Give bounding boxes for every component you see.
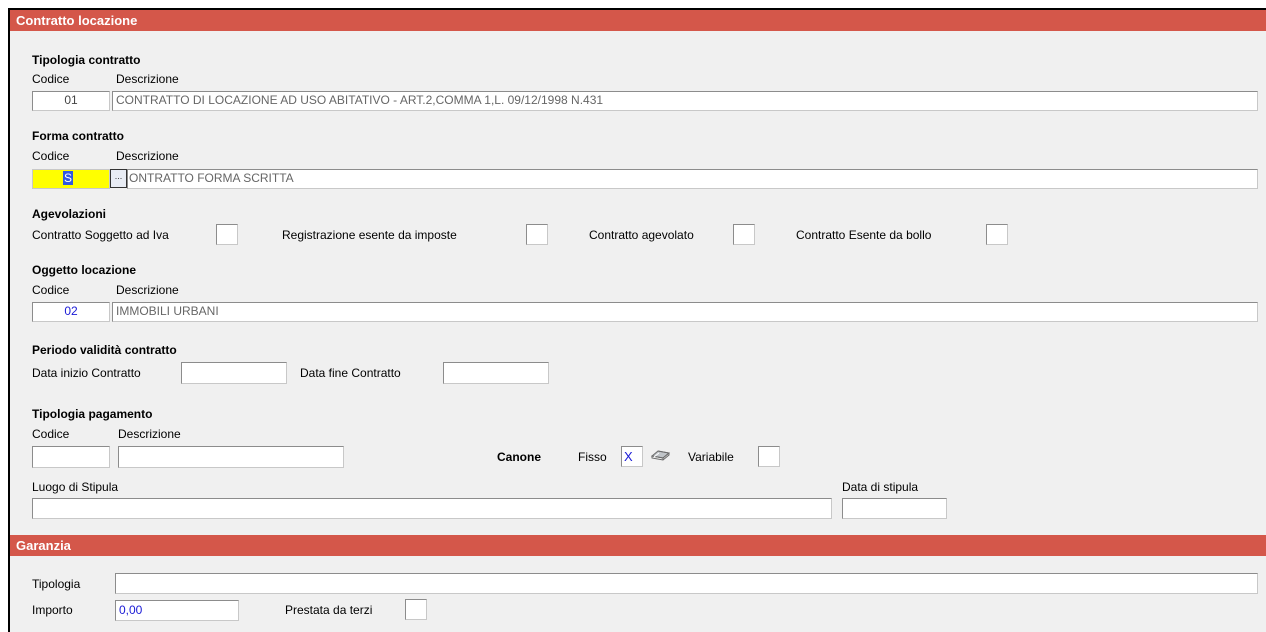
soggetto-iva-checkbox[interactable] [216, 224, 238, 245]
oggetto-codice-field[interactable]: 02 [32, 302, 110, 322]
esente-bollo-checkbox[interactable] [986, 224, 1008, 245]
tipologia-descrizione-label: Descrizione [116, 72, 179, 86]
forma-codice-value: S [63, 171, 74, 185]
agevolato-label: Contratto agevolato [589, 228, 694, 242]
esente-imposte-label: Registrazione esente da imposte [282, 228, 457, 242]
garanzia-tipologia-field[interactable] [115, 573, 1258, 594]
prestata-terzi-checkbox[interactable] [405, 599, 427, 620]
oggetto-locazione-title: Oggetto locazione [32, 263, 137, 277]
data-inizio-label: Data inizio Contratto [32, 366, 141, 380]
pagamento-codice-field[interactable] [32, 446, 110, 468]
data-inizio-field[interactable] [181, 362, 287, 384]
forma-descrizione-label: Descrizione [116, 149, 179, 163]
oggetto-codice-label: Codice [32, 283, 70, 297]
forma-lookup-button[interactable]: ... [110, 169, 127, 188]
garanzia-tipologia-label: Tipologia [32, 577, 81, 591]
variabile-label: Variabile [688, 450, 734, 464]
tipologia-codice-field[interactable]: 01 [32, 91, 110, 111]
importo-label: Importo [32, 603, 73, 617]
variabile-checkbox[interactable] [758, 446, 780, 467]
canone-label: Canone [497, 450, 542, 464]
agevolazioni-title: Agevolazioni [32, 207, 107, 221]
prestata-terzi-label: Prestata da terzi [285, 603, 373, 617]
periodo-validita-title: Periodo validità contratto [32, 343, 177, 357]
forma-codice-field[interactable]: S [32, 169, 110, 189]
esente-imposte-checkbox[interactable] [526, 224, 548, 245]
forma-contratto-title: Forma contratto [32, 129, 125, 143]
luogo-stipula-field[interactable] [32, 498, 832, 519]
tipologia-descrizione-field[interactable]: CONTRATTO DI LOCAZIONE AD USO ABITATIVO … [112, 91, 1258, 111]
pagamento-descrizione-field[interactable] [118, 446, 344, 468]
section-header-contratto: Contratto locazione [10, 10, 1266, 31]
section-header-garanzia: Garanzia [10, 535, 1266, 556]
forma-descrizione-field[interactable]: ONTRATTO FORMA SCRITTA [127, 169, 1258, 189]
tipologia-contratto-title: Tipologia contratto [32, 53, 141, 67]
section-title-garanzia: Garanzia [16, 538, 71, 553]
data-fine-label: Data fine Contratto [300, 366, 401, 380]
luogo-stipula-label: Luogo di Stipula [32, 480, 119, 494]
forma-codice-label: Codice [32, 149, 70, 163]
data-fine-field[interactable] [443, 362, 549, 384]
pagamento-codice-label: Codice [32, 427, 70, 441]
importo-field[interactable]: 0,00 [115, 600, 239, 621]
pencil-icon[interactable] [650, 447, 674, 465]
oggetto-descrizione-field[interactable]: IMMOBILI URBANI [112, 302, 1258, 322]
fisso-checkbox[interactable]: X [621, 446, 643, 467]
oggetto-descrizione-label: Descrizione [116, 283, 179, 297]
data-stipula-field[interactable] [842, 498, 947, 519]
data-stipula-label: Data di stipula [842, 480, 919, 494]
section-title-contratto: Contratto locazione [16, 13, 138, 28]
agevolato-checkbox[interactable] [733, 224, 755, 245]
soggetto-iva-label: Contratto Soggetto ad Iva [32, 228, 169, 242]
fisso-label: Fisso [578, 450, 607, 464]
tipologia-pagamento-title: Tipologia pagamento [32, 407, 153, 421]
pagamento-descrizione-label: Descrizione [118, 427, 181, 441]
esente-bollo-label: Contratto Esente da bollo [796, 228, 932, 242]
tipologia-codice-label: Codice [32, 72, 70, 86]
